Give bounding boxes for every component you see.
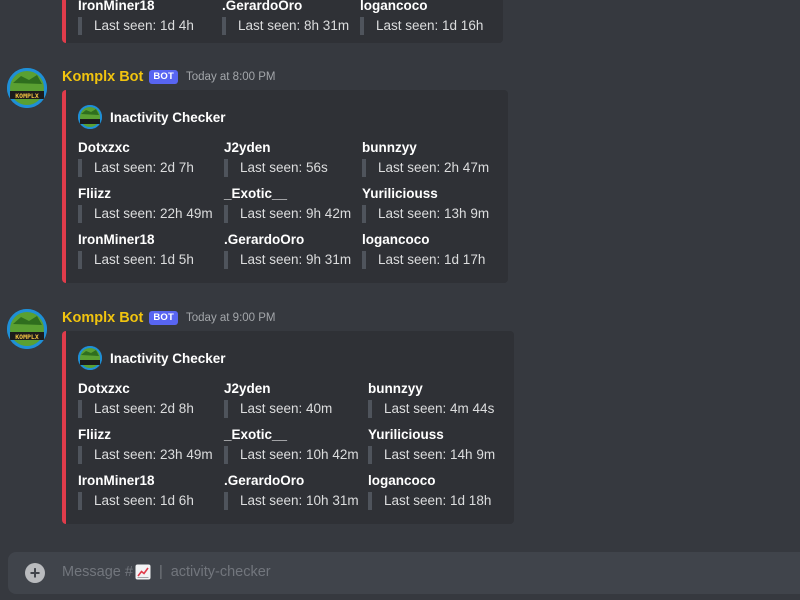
field: _Exotic__ Last seen: 9h 42m [224,185,351,223]
author-name[interactable]: Komplx Bot [62,69,143,85]
field-name: logancoco [368,473,436,488]
field-name: Dotxzxc [78,140,130,155]
embed: Inactivity Checker Dotxzxc Last seen: 2d… [62,331,514,524]
field-name: Fliizz [78,186,111,201]
bot-avatar[interactable]: KOMPLX [7,309,47,349]
field-name: J2yden [224,381,271,396]
field: Yuriliciouss Last seen: 13h 9m [362,185,489,223]
field-value: Last seen: 56s [224,159,328,177]
field: logancoco Last seen: 1d 16h [360,0,483,35]
field-value: Last seen: 22h 49m [78,205,213,223]
field-value: Last seen: 1d 16h [360,17,483,35]
field-value: Last seen: 2d 8h [78,400,194,418]
author-name[interactable]: Komplx Bot [62,310,143,326]
message-composer[interactable]: + Message # | activity-checker [8,552,800,594]
field: Fliizz Last seen: 22h 49m [78,185,213,223]
field: Dotxzxc Last seen: 2d 8h [78,380,194,418]
message-header: Komplx Bot BOT Today at 8:00 PM [62,68,276,86]
bot-tag: BOT [149,70,179,84]
komplx-logo-icon [78,346,102,370]
field-name: Yuriliciouss [362,186,438,201]
field-name: Yuriliciouss [368,427,444,442]
field-name: .GerardoOro [224,473,305,488]
field-name: logancoco [362,232,430,247]
field-name: IronMiner18 [78,473,155,488]
field-value: Last seen: 1d 18h [368,492,491,510]
field-value: Last seen: 9h 42m [224,205,351,223]
field-value: Last seen: 23h 49m [78,446,213,464]
timestamp[interactable]: Today at 8:00 PM [186,71,276,83]
komplx-logo-icon [78,105,102,129]
field-name: .GerardoOro [224,232,305,247]
embed-title: Inactivity Checker [110,109,226,125]
field: .GerardoOro Last seen: 8h 31m [222,0,349,35]
field: _Exotic__ Last seen: 10h 42m [224,426,359,464]
field-name: bunnzyy [368,381,423,396]
field: .GerardoOro Last seen: 9h 31m [224,231,351,269]
message-header: Komplx Bot BOT Today at 9:00 PM [62,309,276,327]
field-value: Last seen: 1d 17h [362,251,485,269]
embed-partial: IronMiner18 Last seen: 1d 4h .GerardoOro… [62,0,503,43]
field-value: Last seen: 9h 31m [224,251,351,269]
field: logancoco Last seen: 1d 18h [368,472,491,510]
field: IronMiner18 Last seen: 1d 5h [78,231,194,269]
field: logancoco Last seen: 1d 17h [362,231,485,269]
field-value: Last seen: 1d 4h [78,17,194,35]
svg-text:KOMPLX: KOMPLX [15,333,39,341]
composer-prefix: Message # [62,564,133,580]
field-value: Last seen: 2h 47m [362,159,489,177]
field: bunnzyy Last seen: 2h 47m [362,139,489,177]
timestamp[interactable]: Today at 9:00 PM [186,312,276,324]
field: Yuriliciouss Last seen: 14h 9m [368,426,495,464]
field-value: Last seen: 1d 5h [78,251,194,269]
field-name: logancoco [360,0,428,13]
field-value: Last seen: 10h 31m [224,492,359,510]
channel-name: activity-checker [170,564,271,580]
komplx-logo-icon: KOMPLX [7,309,47,349]
chat-viewport: IronMiner18 Last seen: 1d 4h .GerardoOro… [0,0,800,600]
field-name: _Exotic__ [224,186,288,201]
field-value: Last seen: 8h 31m [222,17,349,35]
chart-increasing-icon [135,564,151,580]
embed-title: Inactivity Checker [110,350,226,366]
field-name: Fliizz [78,427,111,442]
field: Fliizz Last seen: 23h 49m [78,426,213,464]
field: Dotxzxc Last seen: 2d 7h [78,139,194,177]
field-name: _Exotic__ [224,427,288,442]
add-attachment-button[interactable]: + [25,563,45,583]
field-value: Last seen: 1d 6h [78,492,194,510]
field-name: .GerardoOro [222,0,303,13]
svg-text:KOMPLX: KOMPLX [15,92,39,100]
field-value: Last seen: 14h 9m [368,446,495,464]
field: IronMiner18 Last seen: 1d 4h [78,0,194,35]
embed: Inactivity Checker Dotxzxc Last seen: 2d… [62,90,508,283]
field-name: Dotxzxc [78,381,130,396]
field: bunnzyy Last seen: 4m 44s [368,380,494,418]
field: IronMiner18 Last seen: 1d 6h [78,472,194,510]
komplx-logo-icon: KOMPLX [7,68,47,108]
field-value: Last seen: 4m 44s [368,400,494,418]
field-value: Last seen: 13h 9m [362,205,489,223]
field: .GerardoOro Last seen: 10h 31m [224,472,359,510]
field-value: Last seen: 10h 42m [224,446,359,464]
embed-author: Inactivity Checker [78,105,226,129]
composer-separator: | [158,564,163,580]
bot-avatar[interactable]: KOMPLX [7,68,47,108]
message-input[interactable]: Message # | activity-checker [62,564,271,580]
bot-tag: BOT [149,311,179,325]
field-value: Last seen: 40m [224,400,332,418]
field-name: bunnzyy [362,140,417,155]
field-name: J2yden [224,140,271,155]
field: J2yden Last seen: 40m [224,380,332,418]
field: J2yden Last seen: 56s [224,139,328,177]
field-name: IronMiner18 [78,232,155,247]
field-value: Last seen: 2d 7h [78,159,194,177]
field-name: IronMiner18 [78,0,155,13]
embed-author: Inactivity Checker [78,346,226,370]
